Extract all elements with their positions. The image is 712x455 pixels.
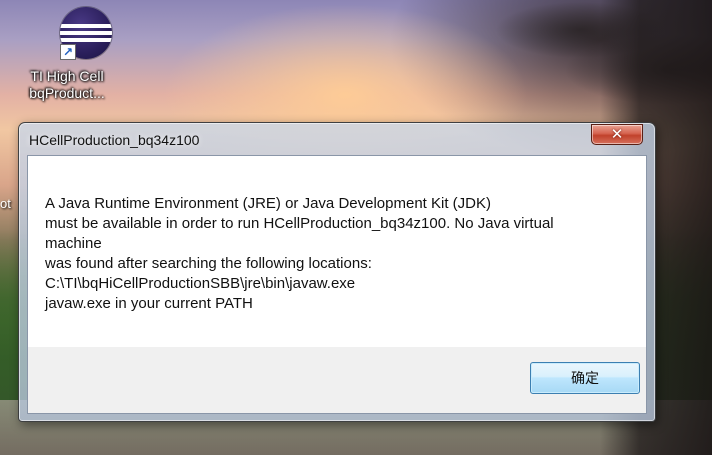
message-line: was found after searching the following … bbox=[45, 255, 372, 272]
message-line: must be available in order to run HCellP… bbox=[45, 215, 554, 232]
eclipse-icon: ↗ bbox=[36, 4, 112, 62]
desktop-shortcut-ti-high-cell[interactable]: ↗ TI High Cell bqProduct... bbox=[14, 4, 120, 112]
error-dialog: HCellProduction_bq34z100 ✕ A Java Runtim… bbox=[18, 122, 656, 422]
dialog-footer: 确定 bbox=[28, 347, 646, 413]
shortcut-arrow-icon: ↗ bbox=[60, 44, 76, 60]
dialog-body: A Java Runtime Environment (JRE) or Java… bbox=[27, 155, 647, 414]
message-line: machine bbox=[45, 235, 102, 252]
dialog-title-bar[interactable]: HCellProduction_bq34z100 ✕ bbox=[19, 123, 655, 155]
message-line: A Java Runtime Environment (JRE) or Java… bbox=[45, 195, 491, 212]
message-line: C:\TI\bqHiCellProductionSBB\jre\bin\java… bbox=[45, 275, 356, 292]
ok-button[interactable]: 确定 bbox=[530, 362, 640, 394]
desktop-partial-label: ot bbox=[0, 196, 11, 211]
desktop-shortcut-label-line1: TI High Cell bbox=[30, 68, 104, 84]
dialog-message: A Java Runtime Environment (JRE) or Java… bbox=[45, 194, 635, 314]
desktop-shortcut-label-line2: bqProduct... bbox=[29, 85, 105, 101]
message-line: javaw.exe in your current PATH bbox=[45, 295, 253, 312]
desktop-shortcut-label: TI High Cell bqProduct... bbox=[14, 68, 120, 102]
close-button[interactable]: ✕ bbox=[591, 124, 643, 145]
dialog-title: HCellProduction_bq34z100 bbox=[29, 132, 200, 148]
close-icon: ✕ bbox=[610, 125, 624, 143]
